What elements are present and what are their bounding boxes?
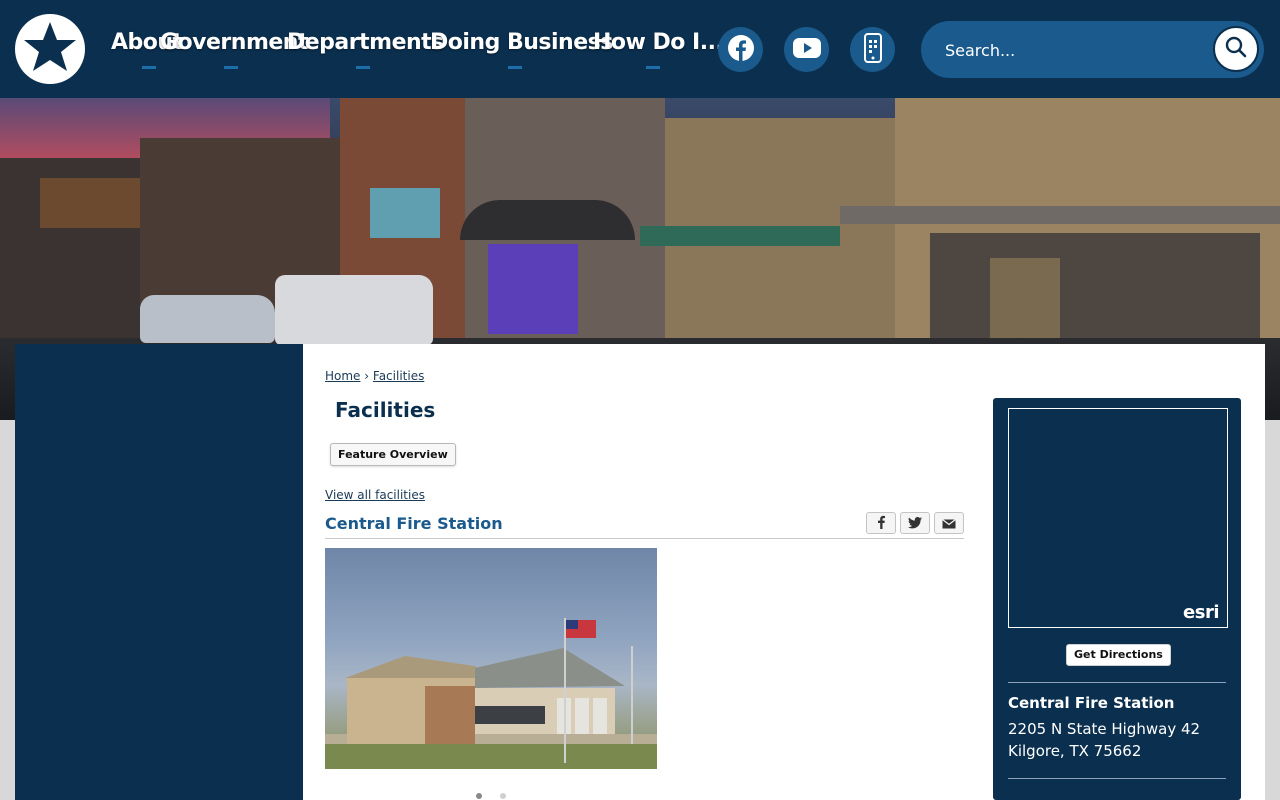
nav-government[interactable]: Government	[160, 30, 308, 55]
search-icon	[1225, 36, 1247, 62]
nav-departments-indicator	[356, 66, 370, 69]
facility-title: Central Fire Station	[325, 514, 503, 533]
facility-photo[interactable]	[325, 548, 657, 769]
city-logo[interactable]	[15, 14, 85, 84]
feature-overview-button[interactable]: Feature Overview	[330, 443, 456, 466]
nav-government-indicator	[224, 66, 238, 69]
youtube-link[interactable]	[784, 27, 829, 72]
nav-doing-business[interactable]: Doing Business	[430, 30, 613, 55]
search-input[interactable]	[945, 37, 1215, 63]
map-attribution: esri	[1183, 602, 1219, 623]
map-card-divider	[1008, 682, 1226, 683]
page-title: Facilities	[335, 398, 436, 422]
nav-how-do-i[interactable]: How Do I...	[593, 30, 724, 55]
carousel-dot-active[interactable]	[476, 793, 482, 799]
email-icon	[942, 514, 956, 533]
facility-map[interactable]: esri	[1008, 408, 1228, 628]
main-content: Home › Facilities Facilities Feature Ove…	[303, 344, 1265, 800]
nav-about-indicator	[142, 66, 156, 69]
address-line-1: 2205 N State Highway 42	[1008, 720, 1201, 738]
get-directions-button[interactable]: Get Directions	[1066, 644, 1171, 666]
search-button[interactable]	[1213, 26, 1259, 72]
side-navigation-panel	[15, 344, 303, 800]
facility-name: Central Fire Station	[1008, 694, 1175, 712]
share-facebook-button[interactable]	[866, 512, 896, 534]
map-card: esri Get Directions Central Fire Station…	[993, 398, 1241, 800]
breadcrumb: Home › Facilities	[325, 369, 424, 383]
address-line-2: Kilgore, TX 75662	[1008, 742, 1142, 760]
twitter-icon	[908, 514, 922, 533]
view-all-facilities-link[interactable]: View all facilities	[325, 488, 425, 502]
youtube-icon	[792, 37, 822, 63]
facebook-link[interactable]	[718, 27, 763, 72]
breadcrumb-facilities[interactable]: Facilities	[373, 369, 424, 383]
site-header: About Government Departments Doing Busin…	[0, 0, 1280, 98]
share-email-button[interactable]	[934, 512, 964, 534]
star-logo-icon	[21, 18, 79, 80]
mobile-app-link[interactable]	[850, 27, 895, 72]
facebook-icon	[876, 514, 886, 533]
search-bar	[921, 21, 1264, 78]
breadcrumb-home[interactable]: Home	[325, 369, 360, 383]
mobile-app-icon	[863, 32, 883, 67]
nav-departments[interactable]: Departments	[287, 30, 444, 55]
breadcrumb-separator: ›	[364, 369, 370, 383]
map-card-divider	[1008, 778, 1226, 779]
carousel-dot[interactable]	[500, 793, 506, 799]
nav-doing-business-indicator	[508, 66, 522, 69]
facebook-icon	[727, 34, 755, 66]
title-divider	[325, 538, 964, 539]
share-twitter-button[interactable]	[900, 512, 930, 534]
nav-how-do-i-indicator	[646, 66, 660, 69]
